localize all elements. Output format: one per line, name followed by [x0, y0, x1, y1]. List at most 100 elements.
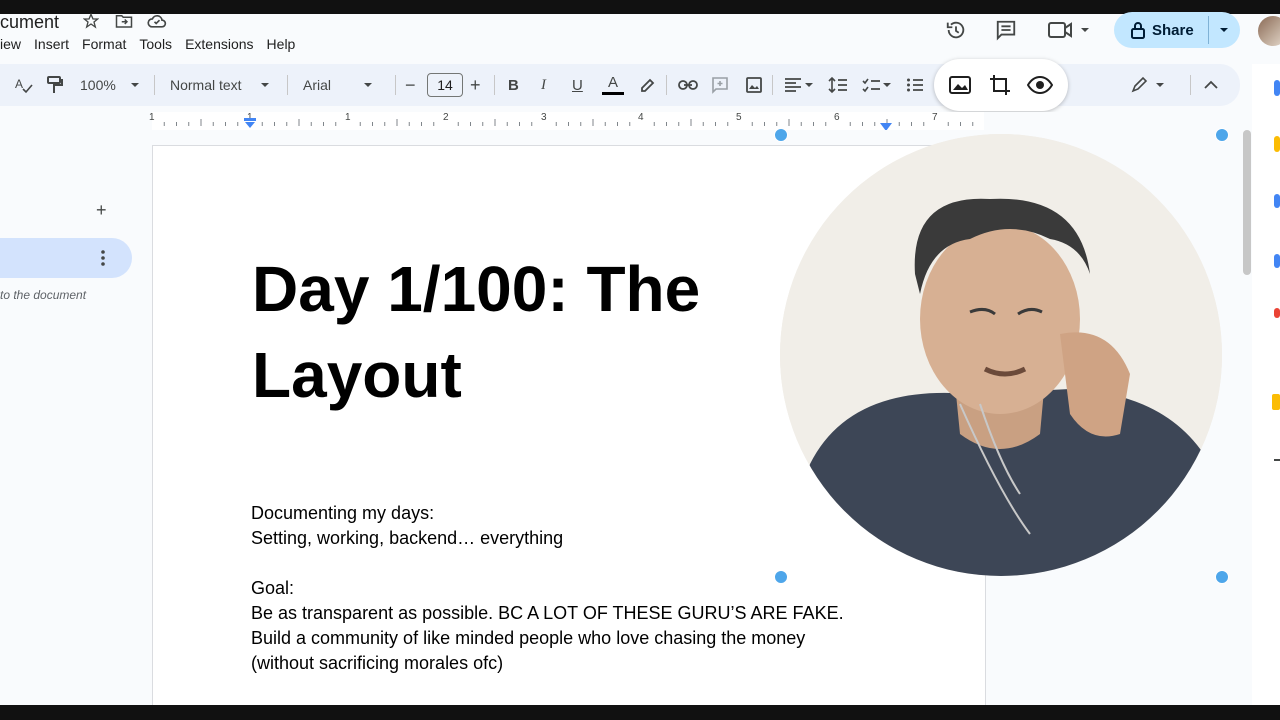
image-options-toolbar [934, 59, 1068, 111]
text-color-button[interactable]: A [602, 64, 624, 106]
resize-handle[interactable] [774, 128, 788, 142]
paint-format-icon[interactable] [46, 64, 64, 106]
horizontal-ruler[interactable]: 1 1 1 2 3 4 5 6 7 [0, 112, 1240, 131]
body-line[interactable]: Setting, working, backend… everything [251, 528, 563, 549]
move-folder-icon[interactable] [114, 12, 134, 30]
heading-line: Day 1/100: The [252, 253, 701, 325]
body-line[interactable]: Goal: [251, 578, 294, 599]
underline-button[interactable]: U [572, 64, 583, 106]
crop-icon[interactable] [988, 73, 1012, 97]
editing-mode-select[interactable] [1130, 64, 1166, 106]
resize-handle[interactable] [1215, 128, 1229, 142]
ruler-ticks [163, 119, 974, 126]
italic-button[interactable]: I [541, 64, 546, 106]
share-dropdown-icon[interactable] [1218, 23, 1230, 41]
toolbar-divider [154, 75, 155, 95]
toolbar-divider [287, 75, 288, 95]
share-button[interactable]: Share [1114, 12, 1240, 48]
ruler-number: 6 [834, 112, 840, 123]
menu-insert[interactable]: Insert [34, 36, 69, 52]
chevron-down-icon [130, 80, 140, 90]
line-spacing-icon[interactable] [828, 64, 848, 106]
keep-app-icon[interactable] [1274, 136, 1280, 152]
window-bottom-edge [0, 705, 1280, 720]
cloud-status-icon[interactable] [146, 12, 168, 30]
body-line[interactable]: (without sacrificing morales ofc) [251, 653, 503, 674]
chevron-down-icon [363, 80, 373, 90]
font-value: Arial [303, 77, 332, 93]
ruler-number: 1 [149, 112, 155, 123]
body-line[interactable]: Be as transparent as possible. BC A LOT … [251, 603, 844, 624]
toolbar-divider [666, 75, 667, 95]
align-select[interactable] [784, 64, 814, 106]
link-icon[interactable] [678, 64, 698, 106]
highlight-icon[interactable] [638, 64, 656, 106]
tasks-app-icon[interactable] [1274, 194, 1280, 208]
lock-icon [1130, 21, 1146, 39]
menu-bar: iew Insert Format Tools Extensions Help [0, 36, 308, 52]
body-line[interactable]: Build a community of like minded people … [251, 628, 805, 649]
bold-button[interactable]: B [508, 64, 519, 106]
person-portrait-image [780, 134, 1222, 576]
collapse-menus-icon[interactable] [1204, 64, 1218, 106]
text-color-letter: A [607, 73, 618, 91]
svg-text:A: A [15, 77, 23, 91]
menu-format[interactable]: Format [82, 36, 126, 52]
resize-handle[interactable] [774, 570, 788, 584]
outline-hint-text: to the document [0, 288, 87, 302]
add-comment-icon[interactable] [711, 64, 729, 106]
menu-tools[interactable]: Tools [139, 36, 172, 52]
text-color-swatch [602, 91, 624, 95]
vertical-scrollbar[interactable] [1243, 130, 1251, 275]
font-size-increase[interactable]: + [470, 64, 481, 106]
ruler-number: 7 [932, 112, 938, 123]
zoom-select[interactable]: 100% [80, 64, 140, 106]
ruler-number: 4 [638, 112, 644, 123]
toolbar-divider [772, 75, 773, 95]
comments-icon[interactable] [992, 16, 1020, 44]
resize-handle[interactable] [1215, 570, 1229, 584]
zoom-value: 100% [80, 77, 116, 93]
more-vert-icon[interactable] [100, 249, 106, 272]
bulleted-list-icon[interactable] [906, 64, 924, 106]
replace-image-icon[interactable] [948, 73, 972, 97]
font-select[interactable]: Arial [303, 64, 373, 106]
document-heading[interactable]: Day 1/100: The Layout [252, 246, 772, 418]
font-size-input[interactable]: 14 [427, 73, 463, 97]
meet-icon[interactable] [1046, 16, 1092, 44]
account-avatar[interactable] [1258, 16, 1280, 46]
document-title[interactable]: cument [0, 12, 59, 33]
window-top-edge [0, 0, 1280, 14]
toolbar-divider [395, 75, 396, 95]
inserted-photo[interactable] [780, 134, 1222, 576]
menu-help[interactable]: Help [267, 36, 296, 52]
toolbar-divider [1190, 75, 1191, 95]
style-value: Normal text [170, 77, 242, 93]
body-line[interactable]: Documenting my days: [251, 503, 434, 524]
ruler-number: 1 [345, 112, 351, 123]
side-panel-rail [1252, 64, 1280, 705]
ruler-number: 5 [736, 112, 742, 123]
menu-extensions[interactable]: Extensions [185, 36, 253, 52]
alt-text-eye-icon[interactable] [1026, 73, 1054, 97]
ruler-number: 2 [443, 112, 449, 123]
checklist-select[interactable] [862, 64, 892, 106]
version-history-icon[interactable] [942, 16, 970, 44]
sidebar-tab-active[interactable] [0, 238, 132, 278]
star-icon[interactable] [82, 12, 100, 30]
add-tab-button[interactable]: + [96, 200, 107, 221]
heading-line: Layout [252, 339, 462, 411]
spellcheck-icon[interactable]: A [14, 64, 34, 106]
ruler-number: 3 [541, 112, 547, 123]
style-select[interactable]: Normal text [170, 64, 270, 106]
add-addon-icon[interactable] [1274, 459, 1280, 461]
maps-app-icon[interactable] [1274, 308, 1280, 318]
share-label: Share [1152, 21, 1194, 39]
contacts-app-icon[interactable] [1274, 254, 1280, 268]
calendar-app-icon[interactable] [1274, 80, 1280, 96]
menu-view[interactable]: iew [0, 36, 21, 52]
insert-image-icon[interactable] [745, 64, 763, 106]
font-size-decrease[interactable]: − [405, 64, 416, 106]
chevron-down-icon [260, 80, 270, 90]
addon-icon[interactable] [1272, 394, 1280, 410]
